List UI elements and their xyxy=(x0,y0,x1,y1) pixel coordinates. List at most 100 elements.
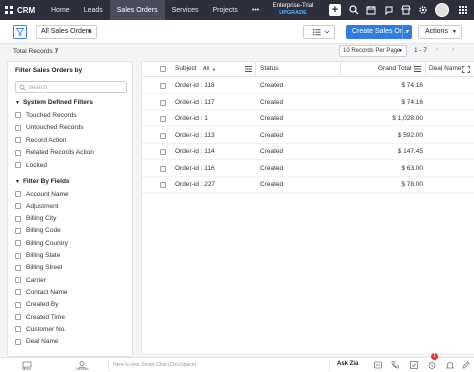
system-filters-header[interactable]: ▼ System Defined Filters xyxy=(15,99,93,106)
field-filters-header[interactable]: ▼ Filter By Fields xyxy=(15,178,70,185)
filter-item-created-by[interactable]: Created By xyxy=(15,300,59,310)
column-divider[interactable] xyxy=(255,62,256,77)
row-checkbox[interactable] xyxy=(160,182,166,188)
filter-item-billing-country[interactable]: Billing Country xyxy=(15,238,68,248)
actions-button[interactable]: Actions ▼ xyxy=(418,25,462,39)
upgrade-link[interactable]: UPGRADE xyxy=(269,10,317,17)
filter-item-deal-name[interactable]: Deal Name xyxy=(15,337,59,347)
table-row[interactable]: Order-id : 114 Created $ 147.45 xyxy=(142,144,474,160)
alarm-clock-icon[interactable] xyxy=(427,360,437,370)
gear-icon[interactable] xyxy=(418,5,428,15)
signals-icon[interactable] xyxy=(384,5,394,15)
filter-item-related-records-action[interactable]: Related Records Action xyxy=(15,148,94,158)
apps-grid-icon[interactable] xyxy=(458,5,468,15)
filter-item-customer-no[interactable]: Customer No. xyxy=(15,324,66,334)
row-checkbox[interactable] xyxy=(160,99,166,106)
subject-filter-select[interactable]: All xyxy=(203,66,209,72)
list-view-toggle[interactable] xyxy=(303,25,335,39)
subject-cell[interactable]: Order-id : 117 xyxy=(175,99,215,106)
sidebar-search-input[interactable] xyxy=(28,83,123,92)
records-per-page-select[interactable]: 10 Records Per Page ▼ xyxy=(339,45,407,57)
column-menu-icon[interactable] xyxy=(414,66,421,72)
checkbox[interactable] xyxy=(15,215,21,222)
view-selector[interactable]: All Sales Orders ▼ xyxy=(36,25,97,39)
row-checkbox[interactable] xyxy=(160,116,166,122)
subject-cell[interactable]: Order-id : 1 xyxy=(175,115,208,122)
checkbox[interactable] xyxy=(15,326,21,333)
expand-columns-icon[interactable] xyxy=(462,66,470,73)
row-checkbox[interactable] xyxy=(160,132,166,139)
checkbox[interactable] xyxy=(15,191,21,197)
filter-item-contact-name[interactable]: Contact Name xyxy=(15,287,68,297)
table-row[interactable]: Order-id : 117 Created $ 74.16 xyxy=(142,95,474,111)
column-header-deal-name[interactable]: Deal Name xyxy=(429,65,462,72)
next-page-icon[interactable]: › xyxy=(452,46,454,53)
nav-tab-home[interactable]: Home xyxy=(44,0,77,20)
nav-tab-leads[interactable]: Leads xyxy=(77,0,110,20)
ask-zia-button[interactable]: Ask Zia xyxy=(337,361,358,367)
column-menu-icon[interactable] xyxy=(245,66,252,72)
checkbox[interactable] xyxy=(15,264,21,271)
checkbox[interactable] xyxy=(15,301,21,308)
subject-cell[interactable]: Order-id : 227 xyxy=(175,181,215,188)
checkbox[interactable] xyxy=(15,227,21,234)
table-row[interactable]: Order-id : 227 Created $ 78.00 xyxy=(142,177,474,193)
column-header-subject[interactable]: Subject xyxy=(175,65,197,72)
app-logo[interactable]: CRM xyxy=(0,6,44,15)
create-dropdown-icon[interactable]: ▼ xyxy=(402,25,412,39)
checkbox[interactable] xyxy=(15,162,21,168)
subject-cell[interactable]: Order-id : 113 xyxy=(175,132,215,139)
checkbox[interactable] xyxy=(15,314,21,320)
checkbox[interactable] xyxy=(15,252,21,259)
filter-item-billing-code[interactable]: Billing Code xyxy=(15,226,61,236)
column-header-status[interactable]: Status xyxy=(260,65,278,72)
column-divider[interactable] xyxy=(340,62,341,77)
nav-tab-sales-orders[interactable]: Sales Orders xyxy=(109,0,165,20)
filter-item-billing-city[interactable]: Billing City xyxy=(15,214,56,224)
filter-toggle-button[interactable] xyxy=(13,25,27,39)
table-row[interactable]: Order-id : 113 Created $ 592.00 xyxy=(142,128,474,144)
column-divider[interactable] xyxy=(425,62,426,77)
search-icon[interactable] xyxy=(349,5,359,15)
select-all-checkbox[interactable] xyxy=(160,66,166,72)
filter-item-billing-street[interactable]: Billing Street xyxy=(15,263,63,273)
user-avatar[interactable] xyxy=(435,3,449,17)
filter-item-billing-state[interactable]: Billing State xyxy=(15,251,60,261)
row-checkbox[interactable] xyxy=(160,149,166,155)
table-row[interactable]: Order-id : 116 Created $ 63.00 xyxy=(142,161,474,177)
checkbox[interactable] xyxy=(15,277,21,284)
table-row[interactable]: Order-id : 118 Created $ 74.16 xyxy=(142,78,474,94)
prev-page-icon[interactable]: ‹ xyxy=(436,46,438,53)
marketplace-icon[interactable] xyxy=(401,5,411,15)
checkbox[interactable] xyxy=(15,112,21,118)
nav-tab-projects[interactable]: Projects xyxy=(205,0,244,20)
filter-item-record-action[interactable]: Record Action xyxy=(15,135,66,145)
filter-item-locked[interactable]: Locked xyxy=(15,160,47,170)
row-checkbox[interactable] xyxy=(160,83,166,89)
checkbox[interactable] xyxy=(15,338,21,345)
create-sales-order-button[interactable]: Create Sales Or... ▼ xyxy=(346,25,412,39)
column-header-grand-total[interactable]: Grand Total xyxy=(378,65,411,72)
calendar-icon[interactable] xyxy=(366,5,376,15)
filter-item-touched-records[interactable]: Touched Records xyxy=(15,110,77,120)
checkbox[interactable] xyxy=(15,240,21,247)
subject-cell[interactable]: Order-id : 116 xyxy=(175,165,215,172)
checkbox[interactable] xyxy=(15,289,21,296)
subject-cell[interactable]: Order-id : 118 xyxy=(175,82,215,89)
filter-item-created-time[interactable]: Created Time xyxy=(15,312,65,322)
checklist-icon[interactable] xyxy=(409,360,419,370)
zia-icon[interactable] xyxy=(373,360,383,370)
checkbox[interactable] xyxy=(15,203,21,210)
quick-create-button[interactable]: + xyxy=(329,4,341,16)
compose-icon[interactable] xyxy=(461,360,471,370)
bell-icon[interactable] xyxy=(445,360,455,370)
checkbox[interactable] xyxy=(15,124,21,131)
nav-tab-services[interactable]: Services xyxy=(165,0,206,20)
subject-cell[interactable]: Order-id : 114 xyxy=(175,148,215,155)
nav-more-button[interactable]: ••• xyxy=(245,0,266,20)
checkbox[interactable] xyxy=(15,137,21,143)
phone-icon[interactable] xyxy=(390,360,400,370)
filter-item-carrier[interactable]: Carrier xyxy=(15,275,46,285)
filter-item-account-name[interactable]: Account Name xyxy=(15,189,69,199)
checkbox[interactable] xyxy=(15,149,21,156)
